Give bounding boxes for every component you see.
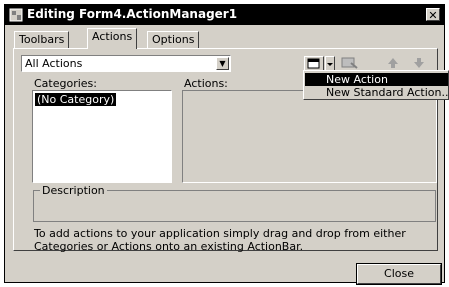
close-icon: ✕ [428, 9, 438, 22]
description-group: Description [33, 184, 436, 222]
close-button[interactable]: Close [356, 263, 442, 285]
close-window-button[interactable]: ✕ [426, 8, 440, 22]
menu-item-new-action[interactable]: New Action [305, 73, 448, 86]
new-action-menu: New Action New Standard Action... [303, 70, 449, 100]
dropdown-arrow-icon [327, 63, 333, 66]
categories-list[interactable]: (No Category) [32, 90, 172, 183]
chevron-down-icon[interactable]: ▼ [216, 57, 229, 70]
title-bar[interactable]: Editing Form4.ActionManager1 ✕ [5, 5, 444, 25]
window-title: Editing Form4.ActionManager1 [27, 7, 238, 21]
filter-value: All Actions [25, 57, 83, 70]
categories-label: Categories: [34, 77, 97, 90]
actions-label: Actions: [184, 77, 228, 90]
move-up-icon [388, 58, 398, 68]
action-filter-select[interactable]: All Actions ▼ [21, 55, 231, 72]
new-action-icon [307, 58, 320, 69]
menu-item-new-standard-action[interactable]: New Standard Action... [305, 86, 449, 99]
tab-options[interactable]: Options [147, 31, 200, 48]
move-down-icon [414, 58, 424, 68]
app-icon [9, 8, 23, 22]
list-item[interactable]: (No Category) [35, 93, 117, 106]
tab-actions[interactable]: Actions [87, 28, 138, 49]
description-text: To add actions to your application simpl… [34, 227, 406, 253]
delete-icon [341, 57, 358, 69]
actions-list[interactable] [182, 90, 437, 183]
description-legend: Description [40, 184, 107, 197]
tab-toolbars[interactable]: Toolbars [14, 31, 70, 48]
